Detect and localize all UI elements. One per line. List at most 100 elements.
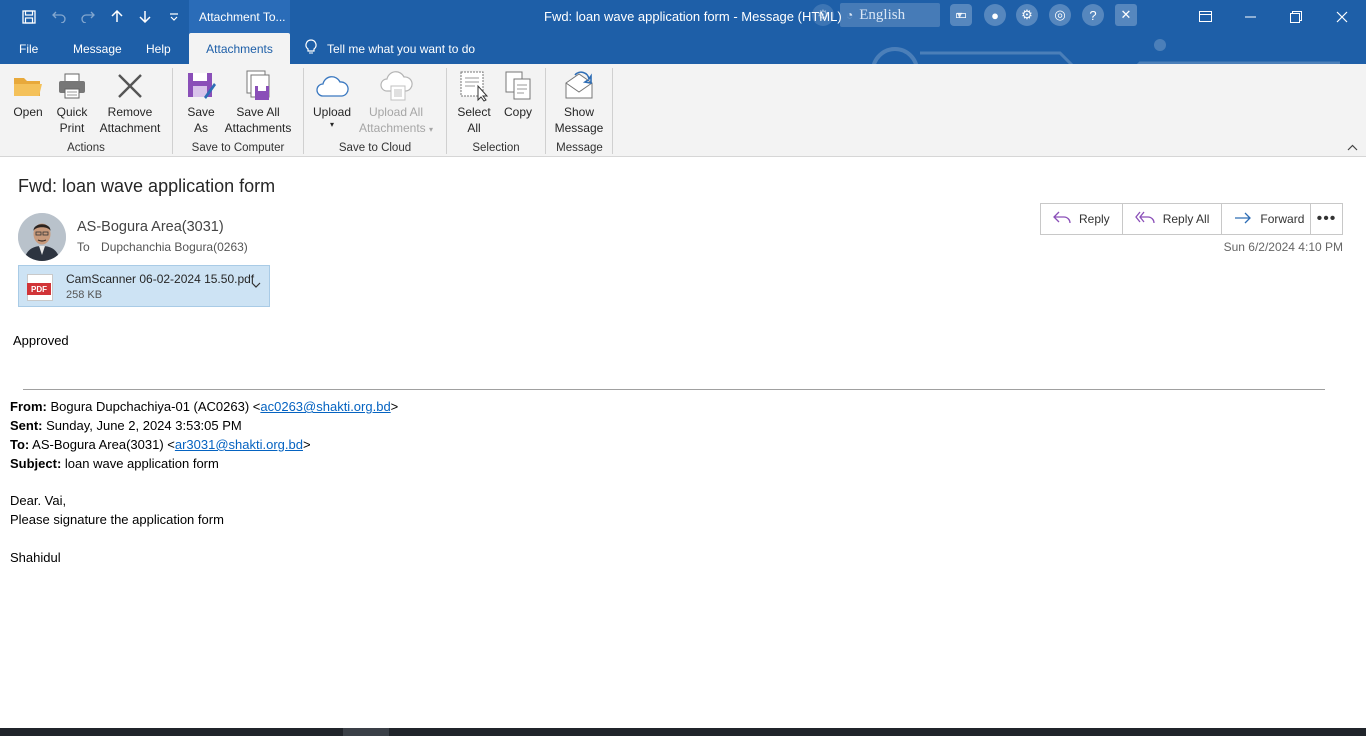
upload-all-label-2: Attachments ▾: [358, 121, 434, 135]
open-button[interactable]: Open: [8, 68, 48, 140]
to-end: >: [302, 437, 311, 452]
upload-all-attachments-button[interactable]: Upload All Attachments ▾: [354, 68, 438, 140]
reply-icon: [1053, 211, 1071, 228]
group-label-actions: Actions: [67, 142, 105, 154]
tell-me-search[interactable]: Tell me what you want to do: [305, 33, 475, 64]
body-signature: Shahidul: [10, 550, 61, 565]
show-message-button[interactable]: Show Message: [552, 68, 606, 140]
message-actions: Reply Reply All Forward: [1040, 203, 1318, 235]
tray-help-icon[interactable]: ?: [1082, 4, 1104, 26]
copy-button[interactable]: Copy: [499, 68, 537, 140]
message-subject: Fwd: loan wave application form: [18, 176, 276, 196]
open-label: Open: [13, 105, 43, 119]
menu-file[interactable]: File: [19, 33, 38, 64]
body-approved: Approved: [13, 333, 69, 348]
taskbar: [0, 728, 1366, 736]
sender-name[interactable]: AS-Bogura Area(3031): [77, 219, 224, 235]
customize-toolbar-icon[interactable]: [164, 0, 184, 33]
remove-attachment-button[interactable]: Remove Attachment: [96, 68, 164, 140]
redo-icon[interactable]: [77, 0, 99, 33]
ellipsis-icon: •••: [1316, 210, 1337, 227]
select-all-label-1: Select: [457, 105, 491, 119]
save-as-button[interactable]: Save As: [183, 68, 219, 140]
show-message-label-2: Message: [554, 121, 604, 135]
tray-close-icon[interactable]: ✕: [1115, 4, 1137, 26]
undo-icon[interactable]: [48, 0, 70, 33]
group-label-message: Message: [556, 142, 603, 154]
ribbon-display-options-icon[interactable]: [1190, 0, 1220, 33]
reply-button[interactable]: Reply: [1040, 203, 1123, 235]
select-all-button[interactable]: Select All: [453, 68, 495, 140]
save-all-icon: [241, 68, 275, 104]
sent-value: Sunday, June 2, 2024 3:53:05 PM: [42, 418, 242, 433]
sent-label: Sent:: [10, 418, 43, 433]
subject-label: Subject:: [10, 456, 62, 471]
menu-message[interactable]: Message: [73, 33, 122, 64]
save-all-attachments-button[interactable]: Save All Attachments: [223, 68, 293, 140]
forward-button[interactable]: Forward: [1221, 203, 1318, 235]
tray-mouse-icon[interactable]: ●: [984, 4, 1006, 26]
more-actions-button[interactable]: •••: [1310, 203, 1343, 235]
recipient-row: To Dupchanchia Bogura(0263): [77, 240, 248, 254]
menu-attachments[interactable]: Attachments: [189, 33, 290, 64]
copy-icon: [501, 68, 535, 104]
forward-label: Forward: [1260, 212, 1305, 226]
from-name: Bogura Dupchachiya-01 (AC0263) <: [46, 399, 261, 414]
chevron-down-icon[interactable]: [251, 279, 261, 291]
group-save-to-cloud: Upload ▾ Upload All Attachments ▾ Save t…: [304, 64, 446, 157]
remove-label-2: Attachment: [99, 121, 161, 135]
body-line-1: Please signature the application form: [10, 512, 224, 527]
to-name: AS-Bogura Area(3031) <: [29, 437, 175, 452]
cloud-upload-icon: [379, 68, 413, 104]
minimize-icon[interactable]: [1235, 0, 1265, 33]
body-divider: [23, 389, 1325, 390]
tell-me-label: Tell me what you want to do: [327, 41, 476, 56]
chevron-down-icon: ▾: [429, 125, 434, 134]
menu-help[interactable]: Help: [146, 33, 171, 64]
reply-label: Reply: [1079, 212, 1110, 226]
forwarded-from: From: Bogura Dupchachiya-01 (AC0263) <ac…: [10, 399, 398, 414]
attachment-card[interactable]: PDF CamScanner 06-02-2024 15.50.pdf 258 …: [18, 265, 270, 307]
lightbulb-icon: [305, 39, 317, 58]
save-as-label-2: As: [193, 121, 208, 135]
envelope-icon: [562, 68, 596, 104]
collapse-ribbon-icon[interactable]: [1347, 142, 1358, 154]
remove-x-icon: [113, 68, 147, 104]
forwarded-to: To: AS-Bogura Area(3031) <ar3031@shakti.…: [10, 437, 311, 452]
recipient-name[interactable]: Dupchanchia Bogura(0263): [101, 240, 248, 254]
reply-all-label: Reply All: [1162, 212, 1210, 226]
close-icon[interactable]: [1327, 0, 1357, 33]
to-label-body: To:: [10, 437, 30, 452]
group-label-save-to-cloud: Save to Cloud: [338, 142, 412, 154]
select-all-icon: [457, 68, 491, 104]
taskbar-active-app[interactable]: [343, 728, 389, 736]
contextual-tab-attachment-tools: Attachment To...: [189, 0, 290, 33]
tray-settings-icon[interactable]: ⚙: [1016, 4, 1038, 26]
save-icon[interactable]: [18, 0, 40, 33]
chevron-down-icon: ▾: [329, 120, 334, 129]
ribbon: Open Quick Print Remove Attachment Actio…: [0, 64, 1366, 157]
to-email-link[interactable]: ar3031@shakti.org.bd: [175, 437, 303, 452]
next-item-icon[interactable]: [134, 0, 156, 33]
reply-all-button[interactable]: Reply All: [1121, 203, 1223, 235]
restore-icon[interactable]: [1281, 0, 1311, 33]
language-selector[interactable]: ◔ English ▼: [840, 3, 964, 27]
group-selection: Select All Copy Selection: [447, 64, 545, 157]
show-message-label-1: Show: [563, 105, 595, 119]
previous-item-icon[interactable]: [106, 0, 128, 33]
group-label-selection: Selection: [472, 142, 520, 154]
remove-label-1: Remove: [107, 105, 153, 119]
pdf-tag: PDF: [27, 283, 51, 295]
group-actions: Open Quick Print Remove Attachment Actio…: [0, 64, 172, 157]
tray-globe-icon[interactable]: ◎: [1049, 4, 1071, 26]
save-all-label-1: Save All: [236, 105, 280, 119]
copy-label: Copy: [503, 105, 532, 119]
tray-keyboard-icon[interactable]: ▭: [950, 4, 972, 26]
to-label: To: [77, 240, 90, 254]
save-all-label-2: Attachments: [224, 121, 292, 135]
overlay-icon: ⚙: [812, 4, 834, 26]
quick-print-button[interactable]: Quick Print: [50, 68, 94, 140]
upload-button[interactable]: Upload ▾: [310, 68, 354, 140]
from-email-link[interactable]: ac0263@shakti.org.bd: [260, 399, 390, 414]
language-label: English: [859, 6, 906, 23]
